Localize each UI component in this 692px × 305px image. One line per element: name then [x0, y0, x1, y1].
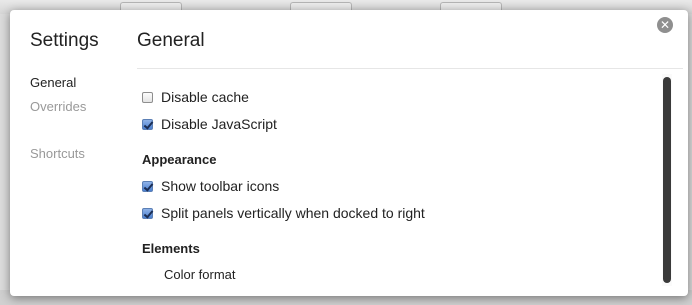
checkmark-icon: [143, 118, 154, 130]
devtools-background: [688, 14, 692, 305]
option-split-panels-vertically[interactable]: Split panels vertically when docked to r…: [142, 205, 425, 221]
settings-content: Disable cache Disable JavaScript Appeara…: [137, 70, 657, 296]
sidebar-item-overrides[interactable]: Overrides: [30, 99, 86, 114]
checkmark-icon: [143, 180, 154, 192]
option-label: Show toolbar icons: [161, 178, 280, 194]
section-heading-elements: Elements: [142, 241, 200, 256]
sidebar-item-shortcuts[interactable]: Shortcuts: [30, 146, 85, 161]
option-label: Disable cache: [161, 89, 249, 105]
devtools-background: [0, 14, 10, 305]
option-show-toolbar-icons[interactable]: Show toolbar icons: [142, 178, 279, 194]
sidebar-item-general[interactable]: General: [30, 75, 76, 90]
checkbox-checked[interactable]: [142, 118, 154, 130]
title-divider: [137, 68, 683, 69]
scrollbar-thumb[interactable]: [663, 77, 671, 283]
option-label: Split panels vertically when docked to r…: [161, 205, 425, 221]
option-disable-cache[interactable]: Disable cache: [142, 89, 249, 105]
sidebar-title: Settings: [30, 30, 99, 51]
checkbox[interactable]: [142, 91, 153, 103]
option-disable-javascript[interactable]: Disable JavaScript: [142, 116, 277, 132]
checkbox-checked[interactable]: [142, 180, 154, 192]
checkmark-icon: [143, 207, 154, 219]
checkbox-checked[interactable]: [142, 207, 154, 219]
scrollbar[interactable]: [662, 74, 672, 286]
close-icon: ✕: [659, 18, 671, 32]
close-button[interactable]: ✕: [657, 17, 673, 33]
settings-dialog: Settings General Overrides Shortcuts Gen…: [10, 10, 688, 296]
page-title: General: [137, 30, 205, 51]
option-label: Disable JavaScript: [161, 116, 277, 132]
color-format-label: Color format: [164, 267, 236, 282]
section-heading-appearance: Appearance: [142, 152, 217, 167]
settings-sidebar: Settings General Overrides Shortcuts: [10, 10, 130, 296]
